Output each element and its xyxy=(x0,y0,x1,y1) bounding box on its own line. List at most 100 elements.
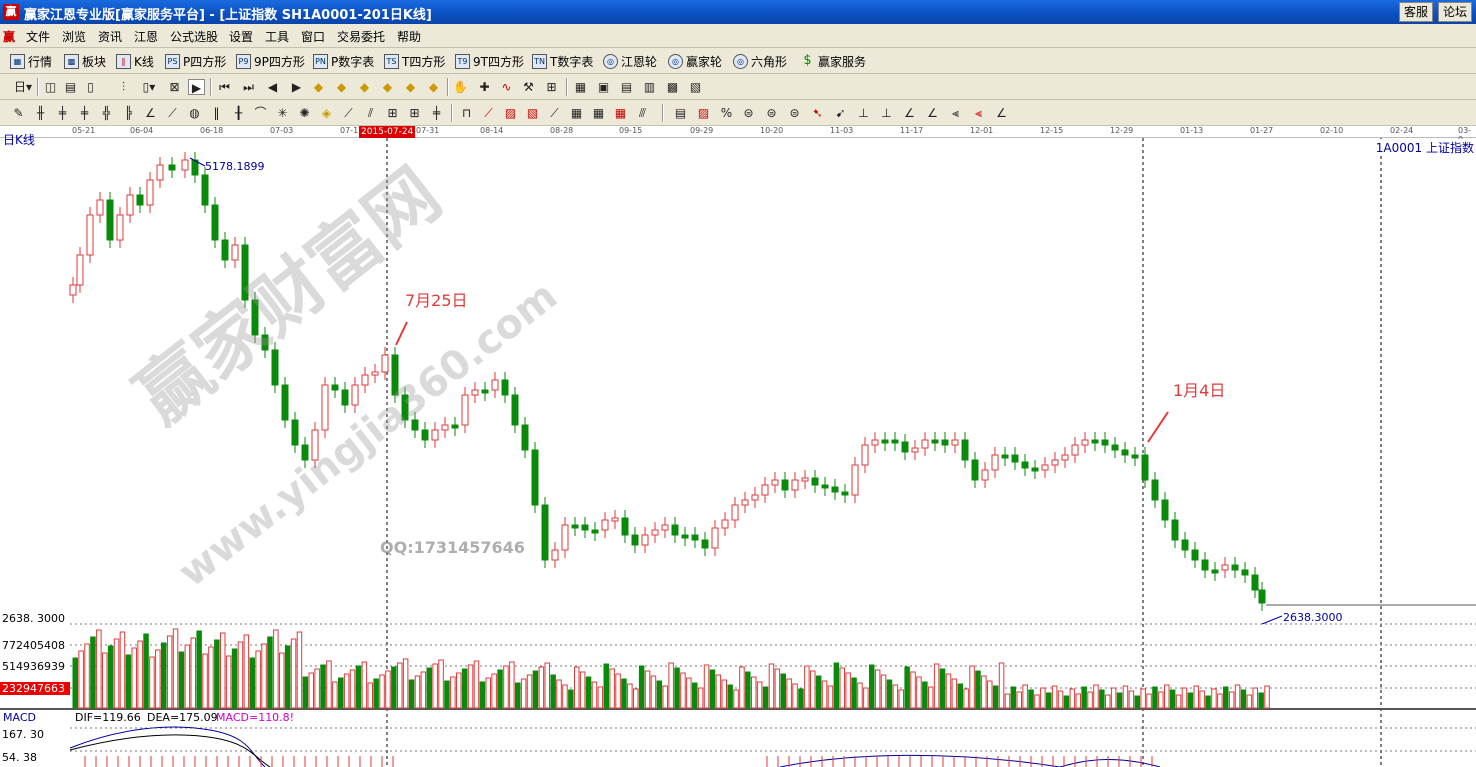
menu-window[interactable]: 窗口 xyxy=(301,28,325,45)
layout-icon[interactable]: ◫ xyxy=(42,79,59,95)
draw-levels-icon[interactable]: ╠ xyxy=(120,105,137,121)
volume-bar xyxy=(839,667,845,709)
draw-level-icon[interactable]: ⊥ xyxy=(855,105,872,121)
draw-sun-icon[interactable]: ✺ xyxy=(296,105,313,121)
draw-pen-icon[interactable]: ✎ xyxy=(10,105,27,121)
left-icon[interactable]: ◀ xyxy=(264,79,281,95)
tb-sector-button[interactable]: ▩ 板块 xyxy=(64,53,106,70)
diamond-right-icon[interactable]: ◆ xyxy=(379,79,396,95)
draw-gann-angle-icon[interactable]: ⟋ xyxy=(546,105,563,121)
draw-line-icon[interactable]: ╫ xyxy=(32,105,49,121)
right-icon[interactable]: ▶ xyxy=(288,79,305,95)
draw-comb2-icon[interactable]: ⫷ xyxy=(970,105,987,121)
draw-fib-time-icon[interactable]: ▨ xyxy=(695,105,712,121)
tb-9psquare-button[interactable]: P9 9P四方形 xyxy=(236,53,305,70)
draw-fib-icon[interactable]: ▤ xyxy=(672,105,689,121)
last-icon[interactable]: ⏭ xyxy=(240,79,257,95)
menu-tools[interactable]: 工具 xyxy=(265,28,289,45)
draw-gann-grid3-icon[interactable]: ▦ xyxy=(612,105,629,121)
menu-gann[interactable]: 江恩 xyxy=(134,28,158,45)
percent-icon[interactable]: % xyxy=(718,105,735,121)
draw-angle4-icon[interactable]: ∠ xyxy=(993,105,1010,121)
crosshair-icon[interactable]: ✚ xyxy=(476,79,493,95)
draw-gann-grid2-icon[interactable]: ▦ xyxy=(590,105,607,121)
draw-ellipse2-icon[interactable]: ⊜ xyxy=(763,105,780,121)
service-button[interactable]: 客服 xyxy=(1399,2,1434,22)
folder-icon[interactable]: ▧ xyxy=(687,79,704,95)
tb-tsquare-button[interactable]: TS T四方形 xyxy=(384,53,445,70)
draw-speed-icon[interactable]: ⫻ xyxy=(634,105,651,121)
menu-file[interactable]: 文件 xyxy=(26,28,50,45)
draw-pitch-icon[interactable]: ╬ xyxy=(98,105,115,121)
kline-chart[interactable] xyxy=(0,138,1476,767)
tb-hexagon-button[interactable]: ◎ 六角形 xyxy=(733,53,787,70)
tool-icon[interactable]: ⚒ xyxy=(520,79,537,95)
first-icon[interactable]: ⏮ xyxy=(216,79,233,95)
draw-gann-grid-icon[interactable]: ▦ xyxy=(568,105,585,121)
tb-9tsquare-button[interactable]: T9 9T四方形 xyxy=(455,53,524,70)
calculator-icon[interactable]: ▣ xyxy=(595,79,612,95)
draw-gann-box-icon[interactable]: ▨ xyxy=(502,105,519,121)
tb-winner-wheel-button[interactable]: ◎ 赢家轮 xyxy=(668,53,722,70)
draw-ellipse3-icon[interactable]: ⊜ xyxy=(786,105,803,121)
forum-button[interactable]: 论坛 xyxy=(1438,2,1473,22)
draw-fork2-icon[interactable]: ╪ xyxy=(76,105,93,121)
draw-bars-icon[interactable]: ‖ xyxy=(208,105,225,121)
tb-pnumber-button[interactable]: PN P数字表 xyxy=(313,53,374,70)
tb-service-button[interactable]: $ 赢家服务 xyxy=(800,53,866,70)
truck-icon[interactable]: ▩ xyxy=(664,79,681,95)
draw-box-icon[interactable]: ⊓ xyxy=(458,105,475,121)
calendar-icon[interactable]: ▦ xyxy=(572,79,589,95)
print-icon[interactable]: ▥ xyxy=(641,79,658,95)
draw-grid2-icon[interactable]: ⊞ xyxy=(406,105,423,121)
draw-fork-icon[interactable]: ╪ xyxy=(54,105,71,121)
draw-grid-icon[interactable]: ⊞ xyxy=(384,105,401,121)
draw-cycle-icon[interactable]: ✳ xyxy=(274,105,291,121)
draw-gann-square-icon[interactable]: ▧ xyxy=(524,105,541,121)
zoom-icon[interactable]: ⊠ xyxy=(166,79,183,95)
draw-angle3-icon[interactable]: ∠ xyxy=(924,105,941,121)
grid-icon[interactable]: ⊞ xyxy=(543,79,560,95)
draw-trend-icon[interactable]: ⟋ xyxy=(340,105,357,121)
draw-ellipse-icon[interactable]: ⊜ xyxy=(740,105,757,121)
diamond-up-icon[interactable]: ◆ xyxy=(310,79,327,95)
candle-dropdown-icon[interactable]: ▯▾ xyxy=(137,79,161,95)
draw-gann-fan-icon[interactable]: ⟋ xyxy=(480,105,497,121)
draw-diamond-icon[interactable]: ◈ xyxy=(318,105,335,121)
draw-arrow-icon[interactable]: ➷ xyxy=(809,105,826,121)
draw-ruler-icon[interactable]: ╂ xyxy=(230,105,247,121)
candle-icon[interactable]: ▯ xyxy=(82,79,99,95)
tb-kline-button[interactable]: ‖ K线 xyxy=(116,53,154,70)
diamond-left-icon[interactable]: ◆ xyxy=(356,79,373,95)
tb-gann-wheel-button[interactable]: ◎ 江恩轮 xyxy=(603,53,657,70)
draw-circle-icon[interactable]: ◍ xyxy=(186,105,203,121)
draw-split-icon[interactable]: ╪ xyxy=(428,105,445,121)
diamond-down-icon[interactable]: ◆ xyxy=(333,79,350,95)
menu-trade[interactable]: 交易委托 xyxy=(337,28,385,45)
menu-formula[interactable]: 公式选股 xyxy=(170,28,218,45)
tb-psquare-button[interactable]: PS P四方形 xyxy=(165,53,226,70)
hand-icon[interactable]: ✋ xyxy=(452,79,469,95)
kline-mode-icon[interactable]: ⫶ xyxy=(115,79,132,95)
tb-tnumber-button[interactable]: TN T数字表 xyxy=(532,53,593,70)
draw-level2-icon[interactable]: ⊥ xyxy=(878,105,895,121)
draw-channel-icon[interactable]: ⫽ xyxy=(362,105,379,121)
period-dropdown-icon[interactable]: 日▾ xyxy=(10,79,36,95)
wave-icon[interactable]: ∿ xyxy=(498,79,515,95)
cursor-icon[interactable]: ▶ xyxy=(188,79,205,95)
draw-arrow2-icon[interactable]: ➹ xyxy=(832,105,849,121)
tb-quote-button[interactable]: ▦ 行情 xyxy=(10,53,52,70)
page-icon[interactable]: ▤ xyxy=(62,79,79,95)
menu-info[interactable]: 资讯 xyxy=(98,28,122,45)
save-icon[interactable]: ▤ xyxy=(618,79,635,95)
menu-help[interactable]: 帮助 xyxy=(397,28,421,45)
draw-arc-icon[interactable]: ⌒ xyxy=(252,105,269,121)
menu-settings[interactable]: 设置 xyxy=(229,28,253,45)
draw-fan-icon[interactable]: ⟋ xyxy=(164,105,181,121)
menu-browse[interactable]: 浏览 xyxy=(62,28,86,45)
draw-angle-icon[interactable]: ∠ xyxy=(142,105,159,121)
draw-comb-icon[interactable]: ⫷ xyxy=(947,105,964,121)
diamond-zoom-icon[interactable]: ◆ xyxy=(402,79,419,95)
draw-angle2-icon[interactable]: ∠ xyxy=(901,105,918,121)
diamond-shrink-icon[interactable]: ◆ xyxy=(425,79,442,95)
